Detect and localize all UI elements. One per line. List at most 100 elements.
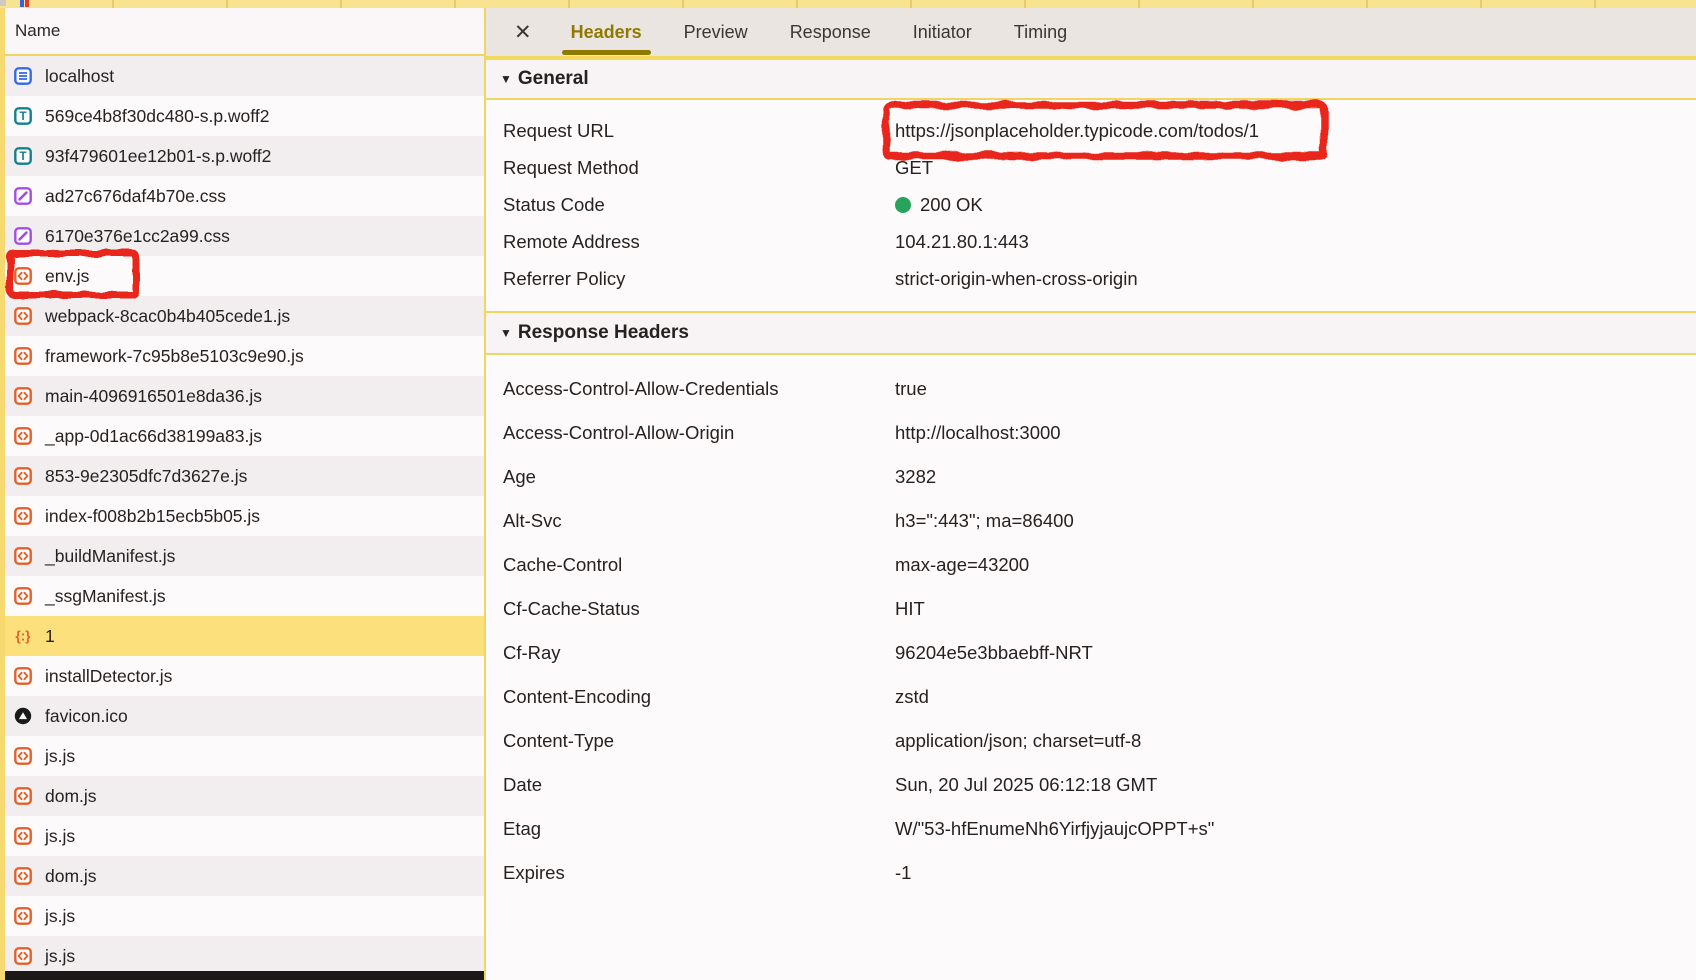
font-icon: T	[14, 147, 32, 165]
collapse-triangle-icon: ▼	[500, 72, 512, 86]
header-value: h3=":443"; ma=86400	[895, 510, 1074, 532]
detail-row: Referrer Policystrict-origin-when-cross-…	[486, 260, 1696, 297]
request-row[interactable]: index-f008b2b15ecb5b05.js	[5, 496, 484, 536]
requests-column-header[interactable]: Name	[5, 8, 484, 56]
request-name-label: env.js	[45, 266, 89, 287]
network-overview-strip[interactable]	[0, 0, 1696, 8]
request-row[interactable]: ad27c676daf4b70e.css	[5, 176, 484, 216]
detail-row: Age3282	[486, 455, 1696, 499]
header-name: Date	[486, 774, 895, 796]
request-row[interactable]: _ssgManifest.js	[5, 576, 484, 616]
tab-initiator[interactable]: Initiator	[910, 8, 975, 56]
header-name: Etag	[486, 818, 895, 840]
tab-label: Headers	[571, 22, 642, 43]
fetch-icon: {:}	[14, 627, 32, 645]
tab-preview[interactable]: Preview	[681, 8, 751, 56]
request-row[interactable]: js.js	[5, 816, 484, 856]
header-value: max-age=43200	[895, 554, 1029, 576]
tab-response[interactable]: Response	[787, 8, 874, 56]
request-row[interactable]: T 93f479601ee12b01-s.p.woff2	[5, 136, 484, 176]
js-icon	[14, 347, 32, 365]
request-row[interactable]: {:}1	[5, 616, 484, 656]
header-value: https://jsonplaceholder.typicode.com/tod…	[895, 120, 1259, 142]
request-row[interactable]: dom.js	[5, 776, 484, 816]
request-row[interactable]: main-4096916501e8da36.js	[5, 376, 484, 416]
request-row[interactable]: js.js	[5, 736, 484, 776]
section-header-general[interactable]: ▼ General	[486, 60, 1696, 100]
js-icon	[14, 827, 32, 845]
header-name: Cache-Control	[486, 554, 895, 576]
request-row[interactable]: js.js	[5, 896, 484, 936]
request-name-label: js.js	[45, 906, 75, 927]
request-row[interactable]: framework-7c95b8e5103c9e90.js	[5, 336, 484, 376]
request-row[interactable]: installDetector.js	[5, 656, 484, 696]
devtools-network-panel: Name localhost T 569ce4b8f30dc480-s.p.wof…	[0, 0, 1696, 980]
request-name-label: 569ce4b8f30dc480-s.p.woff2	[45, 106, 269, 127]
header-value: -1	[895, 862, 911, 884]
request-name-label: installDetector.js	[45, 666, 172, 687]
detail-row: EtagW/"53-hfEnumeNh6YirfjyjaujcOPPT+s"	[486, 807, 1696, 851]
headers-detail: ▼ General Request URLhttps://jsonplacehold…	[486, 60, 1696, 909]
request-row[interactable]: js.js	[5, 936, 484, 976]
header-name: Alt-Svc	[486, 510, 895, 532]
header-value: HIT	[895, 598, 925, 620]
header-name: Expires	[486, 862, 895, 884]
detail-row: Content-Encodingzstd	[486, 675, 1696, 719]
header-name: Access-Control-Allow-Credentials	[486, 378, 895, 400]
header-value: Sun, 20 Jul 2025 06:12:18 GMT	[895, 774, 1157, 796]
detail-row: Alt-Svch3=":443"; ma=86400	[486, 499, 1696, 543]
font-icon: T	[14, 107, 32, 125]
request-name-label: main-4096916501e8da36.js	[45, 386, 262, 407]
detail-row: Access-Control-Allow-Credentialstrue	[486, 367, 1696, 411]
header-name: Request URL	[486, 120, 895, 142]
header-value: GET	[895, 157, 933, 179]
header-name: Age	[486, 466, 895, 488]
request-name-label: favicon.ico	[45, 706, 128, 727]
tab-headers[interactable]: Headers	[568, 8, 645, 56]
request-row[interactable]: favicon.ico	[5, 696, 484, 736]
request-name-label: 853-9e2305dfc7d3627e.js	[45, 466, 247, 487]
tab-timing[interactable]: Timing	[1011, 8, 1070, 56]
section-header-response-headers[interactable]: ▼Response Headers	[486, 311, 1696, 355]
close-details-button[interactable]: ✕	[514, 22, 532, 43]
css-icon	[14, 187, 32, 205]
column-header-label: Name	[15, 21, 60, 41]
request-row[interactable]: dom.js	[5, 856, 484, 896]
request-row[interactable]: webpack-8cac0b4b405cede1.js	[5, 296, 484, 336]
request-name-label: dom.js	[45, 866, 97, 887]
request-row[interactable]: _buildManifest.js	[5, 536, 484, 576]
request-row[interactable]: env.js	[5, 256, 484, 296]
header-value: 96204e5e3bbaebff-NRT	[895, 642, 1093, 664]
overview-red-tick	[25, 0, 29, 7]
js-icon	[14, 387, 32, 405]
request-name-label: localhost	[45, 66, 114, 87]
header-value: 3282	[895, 466, 936, 488]
request-name-label: dom.js	[45, 786, 97, 807]
detail-row: Cf-Ray96204e5e3bbaebff-NRT	[486, 631, 1696, 675]
js-icon	[14, 307, 32, 325]
header-value: true	[895, 378, 927, 400]
request-row[interactable]: T 569ce4b8f30dc480-s.p.woff2	[5, 96, 484, 136]
request-row[interactable]: localhost	[5, 56, 484, 96]
header-name: Cf-Ray	[486, 642, 895, 664]
close-icon: ✕	[514, 21, 532, 44]
header-value: http://localhost:3000	[895, 422, 1061, 444]
js-icon	[14, 507, 32, 525]
section-title: General	[518, 68, 589, 90]
js-icon	[14, 747, 32, 765]
request-row[interactable]: 6170e376e1cc2a99.css	[5, 216, 484, 256]
status-green-dot	[895, 197, 911, 213]
request-row[interactable]: _app-0d1ac66d38199a83.js	[5, 416, 484, 456]
header-name: Request Method	[486, 157, 895, 179]
request-name-label: 93f479601ee12b01-s.p.woff2	[45, 146, 271, 167]
svg-text:T: T	[19, 111, 26, 123]
request-row[interactable]: 853-9e2305dfc7d3627e.js	[5, 456, 484, 496]
request-name-label: _app-0d1ac66d38199a83.js	[45, 426, 262, 447]
header-value: strict-origin-when-cross-origin	[895, 268, 1138, 290]
section-rows: Request URLhttps://jsonplaceholder.typic…	[486, 100, 1696, 311]
detail-row: Access-Control-Allow-Originhttp://localh…	[486, 411, 1696, 455]
tab-label: Response	[790, 22, 871, 43]
favicon-icon	[14, 707, 32, 725]
header-name: Content-Type	[486, 730, 895, 752]
detail-row: Content-Typeapplication/json; charset=ut…	[486, 719, 1696, 763]
